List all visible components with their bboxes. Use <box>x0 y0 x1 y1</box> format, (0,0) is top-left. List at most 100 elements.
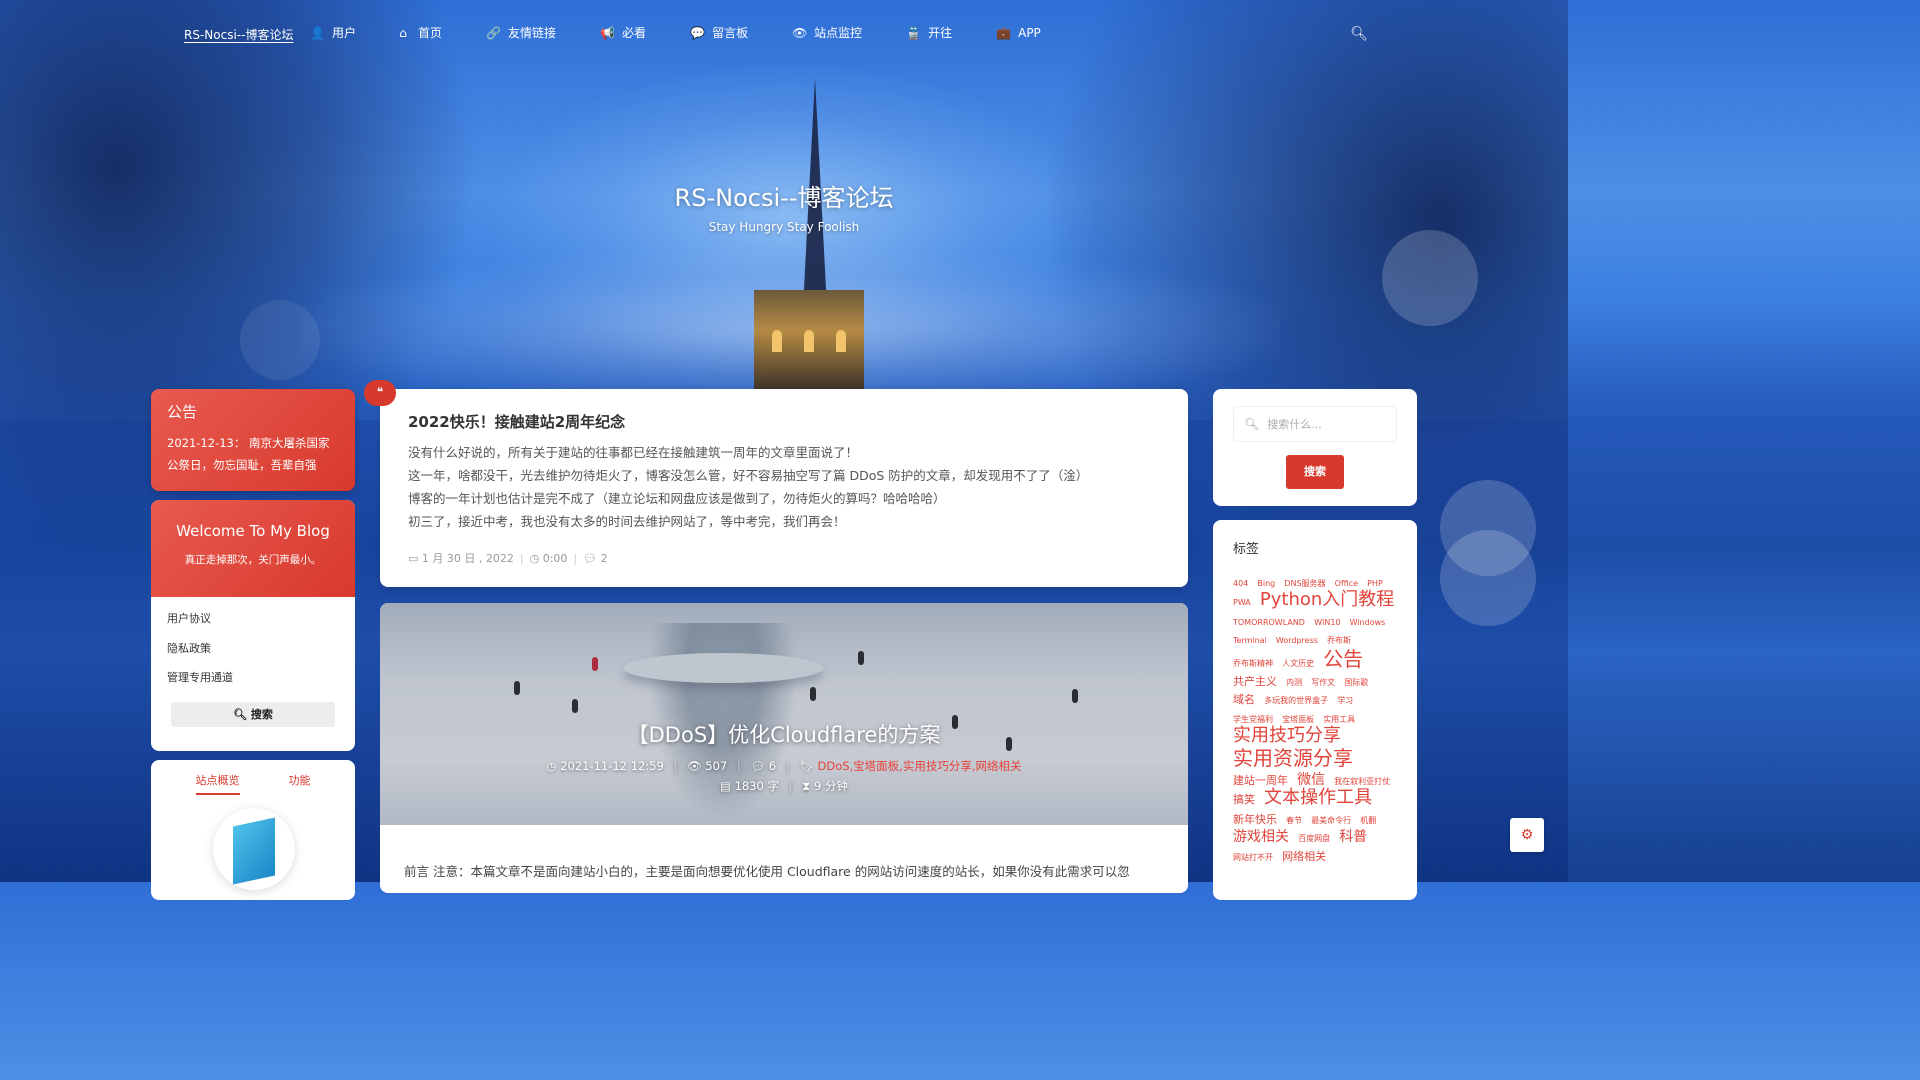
tag-link[interactable]: 学生党福利 <box>1233 715 1273 724</box>
tag-link[interactable]: WIN10 <box>1314 618 1340 627</box>
tag-link[interactable]: Office <box>1335 579 1358 588</box>
post-time: 0:00 <box>542 551 568 565</box>
post-comment-count[interactable]: 2 <box>601 552 608 565</box>
search-input[interactable]: 🔍︎ 搜索什么... <box>1233 406 1397 442</box>
tower-window <box>804 330 814 352</box>
post-cover-image[interactable]: 【DDoS】优化Cloudflare的方案 ◷ 2021-11-12 12:59… <box>380 603 1188 825</box>
nav-item-3[interactable]: 📢 必看 <box>600 24 646 41</box>
tag-link[interactable]: 乔布斯精神 <box>1233 659 1273 668</box>
tab-site-overview[interactable]: 站点概览 <box>195 772 240 795</box>
tag-link[interactable]: 404 <box>1233 579 1248 588</box>
nav-item-7[interactable]: 💼 APP <box>996 24 1041 41</box>
welcome-title: Welcome To My Blog <box>176 522 330 540</box>
eye-icon: 👁︎ <box>687 759 706 773</box>
nav-item-2[interactable]: 🔗 友情链接 <box>486 24 556 41</box>
tag-link[interactable]: DNS服务器 <box>1284 579 1325 588</box>
tag-link[interactable]: 人文历史 <box>1282 659 1314 668</box>
nav-item-4[interactable]: 💬 留言板 <box>690 24 748 41</box>
tag-link[interactable]: 游戏相关 <box>1233 829 1289 845</box>
search-icon[interactable]: 🔍︎ <box>1350 26 1368 42</box>
gear-icon[interactable]: ⚙ <box>1510 818 1544 852</box>
tag-link[interactable]: 域名 <box>1233 693 1255 706</box>
comment-icon: 💬︎ <box>583 551 601 565</box>
post-comment-count[interactable]: 6 <box>769 759 776 773</box>
tag-link[interactable]: PWA <box>1233 598 1251 607</box>
tag-link[interactable]: 实用技巧分享 <box>1233 725 1341 746</box>
post-word-count: 1830 字 <box>734 779 780 793</box>
bokeh-light <box>1382 230 1478 326</box>
welcome-header: Welcome To My Blog 真正走掉那次，关门声最小。 <box>151 500 355 597</box>
tag-link[interactable]: Wordpress <box>1276 636 1318 645</box>
tag-link[interactable]: PHP <box>1367 579 1383 588</box>
tag-link[interactable]: 建站一周年 <box>1233 774 1288 787</box>
post-tags[interactable]: DDoS,宝塔面板,实用技巧分享,网络相关 <box>817 759 1021 773</box>
tag-link[interactable]: 实用资源分享 <box>1233 746 1353 770</box>
link-privacy-policy[interactable]: 隐私政策 <box>167 641 339 671</box>
post-title[interactable]: 2022快乐！接触建站2周年纪念 <box>408 411 625 432</box>
nav-item-label: 首页 <box>418 26 443 40</box>
clock-icon: ◷ <box>546 759 561 773</box>
tower-window <box>836 330 846 352</box>
tag-link[interactable]: 多玩我的世界盒子 <box>1264 696 1328 705</box>
tag-link[interactable]: 新年快乐 <box>1233 813 1277 826</box>
site-brand-link[interactable]: RS-Nocsi--博客论坛 <box>184 26 293 43</box>
briefcase-icon: 💼 <box>996 25 1012 40</box>
meta-separator: | <box>519 551 524 565</box>
church-tower <box>754 290 864 390</box>
post-stats: ▤ 1830 字 | ⧗ 9 分钟 <box>380 778 1188 794</box>
cube-logo-icon <box>233 817 275 885</box>
tag-link[interactable]: Bing <box>1257 579 1275 588</box>
file-icon: ▤ <box>720 779 735 793</box>
tag-link[interactable]: 国际歌 <box>1344 678 1368 687</box>
tag-link[interactable]: Windows <box>1350 618 1386 627</box>
tag-link[interactable]: 网站打不开 <box>1233 853 1273 862</box>
meta-separator: | <box>673 759 678 773</box>
tag-link[interactable]: 写作文 <box>1311 678 1335 687</box>
tag-link[interactable]: TOMORROWLAND <box>1233 618 1305 627</box>
tag-link[interactable]: 我在叙利亚打仗 <box>1334 777 1390 786</box>
hourglass-icon: ⧗ <box>802 779 814 793</box>
meta-separator: | <box>788 779 793 793</box>
bokeh-light <box>240 300 320 380</box>
tag-link[interactable]: 内测 <box>1286 678 1302 687</box>
tag-link[interactable]: 共产主义 <box>1233 675 1277 688</box>
link-user-agreement[interactable]: 用户协议 <box>167 611 339 641</box>
tag-link[interactable]: 搞笑 <box>1233 793 1255 806</box>
search-submit-button[interactable]: 搜索 <box>1286 455 1344 489</box>
link-admin-portal[interactable]: 管理专用通道 <box>167 670 339 700</box>
tag-link[interactable]: 实用工具 <box>1323 715 1355 724</box>
post-title[interactable]: 【DDoS】优化Cloudflare的方案 <box>380 719 1188 749</box>
nav-item-5[interactable]: 👁 站点监控 <box>792 24 862 41</box>
nav-item-label: 必看 <box>622 26 647 40</box>
post-read-time: 9 分钟 <box>813 779 848 793</box>
tag-link[interactable]: 最美命令行 <box>1311 816 1351 825</box>
tag-link[interactable]: 文本操作工具 <box>1264 787 1372 808</box>
tag-link[interactable]: Terminal <box>1233 636 1267 645</box>
nav-item-0[interactable]: 👤 用户 <box>310 24 356 41</box>
tag-link[interactable]: 机翻 <box>1360 816 1376 825</box>
site-overview-card: 站点概览 功能 <box>151 760 355 900</box>
tag-link[interactable]: 微信 <box>1297 772 1325 788</box>
tags-title: 标签 <box>1233 542 1260 557</box>
search-widget: 🔍︎ 搜索什么... 搜索 <box>1213 389 1417 506</box>
tag-link[interactable]: 百度网盘 <box>1298 834 1330 843</box>
post-content: 没有什么好说的，所有关于建站的往事都已经在接触建筑一周年的文章里面说了！ 这一年… <box>408 441 1168 533</box>
site-tabs: 站点概览 功能 <box>151 760 355 795</box>
tag-link[interactable]: 学习 <box>1337 696 1353 705</box>
tag-link[interactable]: 宝塔面板 <box>1282 715 1314 724</box>
welcome-subtitle: 真正走掉那次，关门声最小。 <box>184 554 322 566</box>
tab-features[interactable]: 功能 <box>289 772 311 795</box>
tag-link[interactable]: Python入门教程 <box>1260 589 1394 611</box>
nav-item-6[interactable]: 🚆 开往 <box>906 24 952 41</box>
post-views: 507 <box>705 759 728 773</box>
post-date: 2021-11-12 12:59 <box>560 759 664 773</box>
tag-link[interactable]: 科普 <box>1339 829 1367 845</box>
sidebar-search-button[interactable]: 🔍︎ 搜索 <box>171 701 335 727</box>
tag-link[interactable]: 网络相关 <box>1282 850 1326 863</box>
train-icon: 🚆 <box>906 25 922 40</box>
post-line: 博客的一年计划也估计是完不成了（建立论坛和网盘应该是做到了，勿待炬火的算吗？哈哈… <box>408 491 946 506</box>
tag-link[interactable]: 乔布斯 <box>1327 636 1351 645</box>
nav-item-1[interactable]: ⌂ 首页 <box>396 24 442 41</box>
tag-link[interactable]: 公告 <box>1323 647 1363 671</box>
tag-link[interactable]: 春节 <box>1286 816 1302 825</box>
